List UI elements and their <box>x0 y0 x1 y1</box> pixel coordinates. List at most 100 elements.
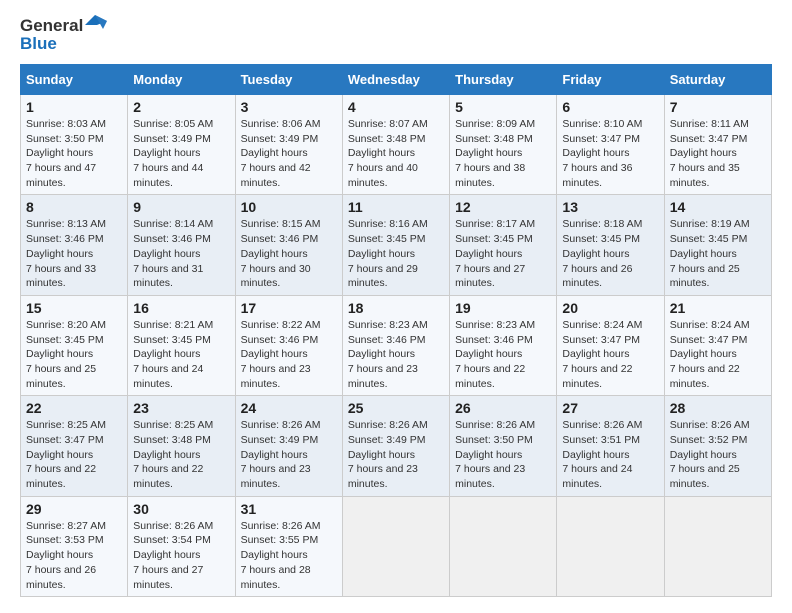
day-info: Sunrise: 8:26 AMSunset: 3:49 PMDaylight … <box>348 418 444 491</box>
day-info: Sunrise: 8:06 AMSunset: 3:49 PMDaylight … <box>241 117 337 190</box>
day-number: 31 <box>241 501 337 517</box>
calendar-cell: 12 Sunrise: 8:17 AMSunset: 3:45 PMDaylig… <box>450 195 557 295</box>
logo-text-general: General <box>20 16 83 36</box>
logo: General Blue <box>20 16 107 54</box>
day-info: Sunrise: 8:13 AMSunset: 3:46 PMDaylight … <box>26 217 122 290</box>
day-info: Sunrise: 8:09 AMSunset: 3:48 PMDaylight … <box>455 117 551 190</box>
day-number: 23 <box>133 400 229 416</box>
calendar-cell: 29 Sunrise: 8:27 AMSunset: 3:53 PMDaylig… <box>21 496 128 596</box>
calendar-cell: 14 Sunrise: 8:19 AMSunset: 3:45 PMDaylig… <box>664 195 771 295</box>
day-number: 26 <box>455 400 551 416</box>
day-info: Sunrise: 8:23 AMSunset: 3:46 PMDaylight … <box>348 318 444 391</box>
calendar-cell: 5 Sunrise: 8:09 AMSunset: 3:48 PMDayligh… <box>450 95 557 195</box>
calendar-cell <box>342 496 449 596</box>
day-number: 11 <box>348 199 444 215</box>
calendar-cell: 20 Sunrise: 8:24 AMSunset: 3:47 PMDaylig… <box>557 295 664 395</box>
day-info: Sunrise: 8:10 AMSunset: 3:47 PMDaylight … <box>562 117 658 190</box>
calendar-table: SundayMondayTuesdayWednesdayThursdayFrid… <box>20 64 772 597</box>
day-info: Sunrise: 8:24 AMSunset: 3:47 PMDaylight … <box>562 318 658 391</box>
day-number: 15 <box>26 300 122 316</box>
day-info: Sunrise: 8:24 AMSunset: 3:47 PMDaylight … <box>670 318 766 391</box>
calendar-cell: 2 Sunrise: 8:05 AMSunset: 3:49 PMDayligh… <box>128 95 235 195</box>
day-number: 27 <box>562 400 658 416</box>
calendar-cell: 26 Sunrise: 8:26 AMSunset: 3:50 PMDaylig… <box>450 396 557 496</box>
day-number: 7 <box>670 99 766 115</box>
calendar-cell: 21 Sunrise: 8:24 AMSunset: 3:47 PMDaylig… <box>664 295 771 395</box>
day-number: 28 <box>670 400 766 416</box>
day-number: 14 <box>670 199 766 215</box>
calendar-cell: 28 Sunrise: 8:26 AMSunset: 3:52 PMDaylig… <box>664 396 771 496</box>
day-info: Sunrise: 8:20 AMSunset: 3:45 PMDaylight … <box>26 318 122 391</box>
calendar-cell: 25 Sunrise: 8:26 AMSunset: 3:49 PMDaylig… <box>342 396 449 496</box>
day-info: Sunrise: 8:26 AMSunset: 3:51 PMDaylight … <box>562 418 658 491</box>
column-header-sunday: Sunday <box>21 65 128 95</box>
day-info: Sunrise: 8:14 AMSunset: 3:46 PMDaylight … <box>133 217 229 290</box>
day-number: 13 <box>562 199 658 215</box>
day-number: 25 <box>348 400 444 416</box>
day-number: 16 <box>133 300 229 316</box>
calendar-cell: 1 Sunrise: 8:03 AMSunset: 3:50 PMDayligh… <box>21 95 128 195</box>
logo-text-blue: Blue <box>20 34 57 54</box>
calendar-cell <box>664 496 771 596</box>
calendar-cell: 15 Sunrise: 8:20 AMSunset: 3:45 PMDaylig… <box>21 295 128 395</box>
day-info: Sunrise: 8:26 AMSunset: 3:54 PMDaylight … <box>133 519 229 592</box>
day-info: Sunrise: 8:26 AMSunset: 3:52 PMDaylight … <box>670 418 766 491</box>
day-number: 5 <box>455 99 551 115</box>
calendar-cell: 11 Sunrise: 8:16 AMSunset: 3:45 PMDaylig… <box>342 195 449 295</box>
week-row-1: 1 Sunrise: 8:03 AMSunset: 3:50 PMDayligh… <box>21 95 772 195</box>
day-info: Sunrise: 8:03 AMSunset: 3:50 PMDaylight … <box>26 117 122 190</box>
day-info: Sunrise: 8:19 AMSunset: 3:45 PMDaylight … <box>670 217 766 290</box>
day-number: 3 <box>241 99 337 115</box>
day-info: Sunrise: 8:07 AMSunset: 3:48 PMDaylight … <box>348 117 444 190</box>
day-number: 9 <box>133 199 229 215</box>
week-row-2: 8 Sunrise: 8:13 AMSunset: 3:46 PMDayligh… <box>21 195 772 295</box>
day-info: Sunrise: 8:27 AMSunset: 3:53 PMDaylight … <box>26 519 122 592</box>
column-header-monday: Monday <box>128 65 235 95</box>
header: General Blue <box>20 16 772 54</box>
day-info: Sunrise: 8:22 AMSunset: 3:46 PMDaylight … <box>241 318 337 391</box>
day-info: Sunrise: 8:25 AMSunset: 3:47 PMDaylight … <box>26 418 122 491</box>
week-row-4: 22 Sunrise: 8:25 AMSunset: 3:47 PMDaylig… <box>21 396 772 496</box>
day-number: 18 <box>348 300 444 316</box>
calendar-cell: 8 Sunrise: 8:13 AMSunset: 3:46 PMDayligh… <box>21 195 128 295</box>
week-row-5: 29 Sunrise: 8:27 AMSunset: 3:53 PMDaylig… <box>21 496 772 596</box>
day-info: Sunrise: 8:21 AMSunset: 3:45 PMDaylight … <box>133 318 229 391</box>
day-info: Sunrise: 8:17 AMSunset: 3:45 PMDaylight … <box>455 217 551 290</box>
column-header-saturday: Saturday <box>664 65 771 95</box>
calendar-cell: 6 Sunrise: 8:10 AMSunset: 3:47 PMDayligh… <box>557 95 664 195</box>
calendar-cell: 22 Sunrise: 8:25 AMSunset: 3:47 PMDaylig… <box>21 396 128 496</box>
day-info: Sunrise: 8:16 AMSunset: 3:45 PMDaylight … <box>348 217 444 290</box>
logo-bird-icon <box>85 15 107 33</box>
column-header-wednesday: Wednesday <box>342 65 449 95</box>
day-number: 19 <box>455 300 551 316</box>
day-number: 1 <box>26 99 122 115</box>
day-info: Sunrise: 8:15 AMSunset: 3:46 PMDaylight … <box>241 217 337 290</box>
day-info: Sunrise: 8:26 AMSunset: 3:49 PMDaylight … <box>241 418 337 491</box>
calendar-cell: 7 Sunrise: 8:11 AMSunset: 3:47 PMDayligh… <box>664 95 771 195</box>
calendar-cell: 18 Sunrise: 8:23 AMSunset: 3:46 PMDaylig… <box>342 295 449 395</box>
calendar-cell: 24 Sunrise: 8:26 AMSunset: 3:49 PMDaylig… <box>235 396 342 496</box>
column-header-friday: Friday <box>557 65 664 95</box>
calendar-cell: 17 Sunrise: 8:22 AMSunset: 3:46 PMDaylig… <box>235 295 342 395</box>
calendar-cell: 16 Sunrise: 8:21 AMSunset: 3:45 PMDaylig… <box>128 295 235 395</box>
day-info: Sunrise: 8:26 AMSunset: 3:55 PMDaylight … <box>241 519 337 592</box>
day-info: Sunrise: 8:23 AMSunset: 3:46 PMDaylight … <box>455 318 551 391</box>
calendar-cell: 19 Sunrise: 8:23 AMSunset: 3:46 PMDaylig… <box>450 295 557 395</box>
calendar-cell: 23 Sunrise: 8:25 AMSunset: 3:48 PMDaylig… <box>128 396 235 496</box>
calendar-cell <box>557 496 664 596</box>
calendar-cell: 10 Sunrise: 8:15 AMSunset: 3:46 PMDaylig… <box>235 195 342 295</box>
day-number: 24 <box>241 400 337 416</box>
column-header-thursday: Thursday <box>450 65 557 95</box>
calendar-cell: 3 Sunrise: 8:06 AMSunset: 3:49 PMDayligh… <box>235 95 342 195</box>
day-number: 10 <box>241 199 337 215</box>
calendar-cell: 31 Sunrise: 8:26 AMSunset: 3:55 PMDaylig… <box>235 496 342 596</box>
calendar-cell: 30 Sunrise: 8:26 AMSunset: 3:54 PMDaylig… <box>128 496 235 596</box>
calendar-cell: 27 Sunrise: 8:26 AMSunset: 3:51 PMDaylig… <box>557 396 664 496</box>
day-number: 8 <box>26 199 122 215</box>
day-info: Sunrise: 8:26 AMSunset: 3:50 PMDaylight … <box>455 418 551 491</box>
day-number: 17 <box>241 300 337 316</box>
day-number: 2 <box>133 99 229 115</box>
day-number: 4 <box>348 99 444 115</box>
day-number: 12 <box>455 199 551 215</box>
calendar-cell <box>450 496 557 596</box>
